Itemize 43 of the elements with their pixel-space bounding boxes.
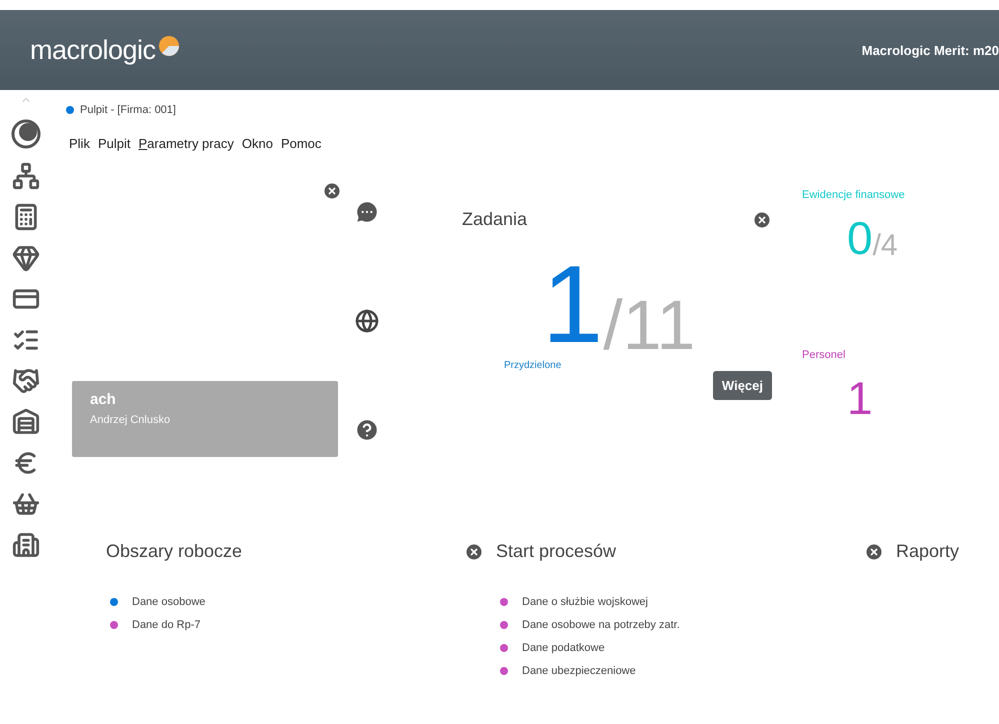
- logo-text: macrologic: [30, 34, 156, 66]
- panel-title: Start procesów: [496, 541, 616, 562]
- list-link[interactable]: Dane o służbie wojskowej: [522, 596, 648, 608]
- menu-item[interactable]: Plik: [69, 136, 90, 151]
- user-name: Andrzej Cnlusko: [90, 414, 172, 426]
- summary-count: 1: [847, 375, 873, 421]
- user-login: ach: [90, 391, 117, 408]
- summary-label: Ewidencje finansowe: [802, 189, 906, 201]
- list-link[interactable]: Dane ubezpieczeniowe: [522, 665, 636, 677]
- task-caption: Przydzielone: [504, 360, 562, 371]
- menu-item[interactable]: Pomoc: [280, 136, 322, 151]
- circles-icon[interactable]: [11, 119, 41, 149]
- building-icon[interactable]: [12, 531, 40, 559]
- org-chart-icon[interactable]: [12, 162, 40, 190]
- panel-title: Zadania: [462, 209, 528, 230]
- task-total: /11: [603, 290, 696, 360]
- close-icon[interactable]: [464, 542, 484, 562]
- list-link[interactable]: Dane osobowe: [132, 596, 206, 608]
- panel-title: Obszary robocze: [106, 541, 242, 562]
- list-link[interactable]: Dane osobowe na potrzeby zatr.: [522, 619, 680, 631]
- menu-item[interactable]: Parametry pracy: [138, 136, 234, 151]
- panel-title: Raporty: [896, 541, 960, 562]
- list-link[interactable]: Dane do Rp-7: [132, 619, 200, 631]
- list-link[interactable]: Dane podatkowe: [522, 642, 605, 654]
- globe-icon[interactable]: [355, 309, 379, 333]
- menu-item[interactable]: Pulpit: [98, 136, 130, 151]
- summary-total: /4: [872, 231, 898, 261]
- summary-label: Personel: [802, 349, 846, 361]
- product-name: Macrologic Merit: m20: [862, 42, 999, 58]
- chat-icon[interactable]: [354, 199, 380, 225]
- task-count: 1: [542, 250, 604, 360]
- handshake-icon[interactable]: [12, 367, 40, 395]
- window-title: Pulpit - [Firma: 001]: [80, 104, 176, 116]
- more-button[interactable]: Więcej: [712, 371, 772, 400]
- warehouse-icon[interactable]: [12, 408, 40, 436]
- gem-icon[interactable]: [12, 244, 40, 272]
- close-icon[interactable]: [752, 210, 772, 230]
- summary-count: 0: [847, 215, 873, 261]
- close-icon[interactable]: [864, 542, 884, 562]
- logo-icon: [158, 34, 180, 56]
- close-icon[interactable]: [322, 181, 342, 201]
- help-icon[interactable]: [354, 417, 380, 443]
- menu-item[interactable]: Okno: [242, 136, 273, 151]
